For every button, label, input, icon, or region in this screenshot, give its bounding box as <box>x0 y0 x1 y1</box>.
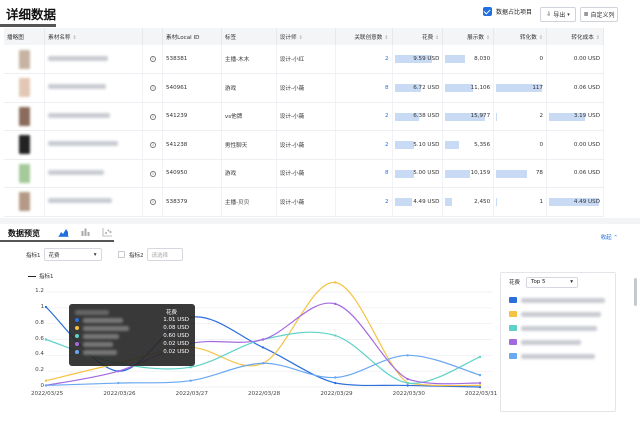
legend-item[interactable] <box>501 335 615 349</box>
topn-panel: 花费 Top 5 ▾ <box>500 272 616 412</box>
x-tick-label: 2022/03/28 <box>248 391 281 397</box>
x-tick-label: 2022/03/27 <box>175 391 208 397</box>
topn-metric-label: 花费 <box>509 280 521 286</box>
legend-item[interactable] <box>501 349 615 363</box>
legend-swatch <box>509 297 517 303</box>
topn-select[interactable]: Top 5 ▾ <box>526 276 579 288</box>
x-tick-label: 2022/03/31 <box>465 391 498 397</box>
data-point[interactable] <box>406 384 409 387</box>
x-tick-label: 2022/03/30 <box>392 391 425 397</box>
series-dot <box>75 350 79 354</box>
data-point[interactable] <box>334 281 337 284</box>
tooltip-row: 0.02 USD <box>75 348 189 356</box>
tooltip-row: 0.60 USD <box>75 332 189 340</box>
tooltip-header: 花费 <box>165 310 177 316</box>
page-scrollbar[interactable] <box>634 278 637 306</box>
x-tick-label: 2022/03/26 <box>103 391 136 397</box>
data-point[interactable] <box>478 373 482 377</box>
data-point[interactable] <box>478 381 482 385</box>
legend-swatch <box>509 311 517 317</box>
x-tick-label: 2022/03/25 <box>31 391 64 397</box>
series-dot <box>75 342 79 346</box>
chart-tooltip: 花费 1.01 USD 0.08 USD 0.60 USD 0.02 USD 0.02 … <box>69 304 195 366</box>
legend-swatch <box>509 339 517 345</box>
data-point[interactable] <box>261 346 265 349</box>
chevron-down-icon: ▾ <box>570 279 574 285</box>
series-name-blurred <box>83 325 129 331</box>
tooltip-row: 0.02 USD <box>75 340 189 348</box>
data-point[interactable] <box>44 384 48 387</box>
tooltip-row: 0.08 USD <box>75 324 189 332</box>
data-point[interactable] <box>117 369 120 373</box>
data-point[interactable] <box>44 338 48 341</box>
data-point[interactable] <box>334 381 337 385</box>
tooltip-value: 0.02 USD <box>163 349 189 355</box>
data-point[interactable] <box>261 338 265 341</box>
tooltip-value: 1.01 USD <box>163 317 189 323</box>
tooltip-row: 1.01 USD <box>75 316 189 324</box>
data-point[interactable] <box>334 376 337 379</box>
tooltip-value: 0.02 USD <box>163 341 189 347</box>
legend-item[interactable] <box>501 307 615 321</box>
data-point[interactable] <box>334 334 337 337</box>
data-point[interactable] <box>478 384 482 387</box>
data-point[interactable] <box>334 302 337 306</box>
data-point[interactable] <box>406 354 409 357</box>
series-name-blurred <box>83 349 117 355</box>
data-point[interactable] <box>189 379 192 382</box>
series-name-blurred <box>83 317 123 323</box>
tooltip-date-blurred <box>75 309 109 315</box>
series-dot <box>75 334 79 338</box>
legend-name-blurred <box>521 353 595 359</box>
data-point[interactable] <box>117 381 120 385</box>
series-name-blurred <box>83 341 113 347</box>
legend-item[interactable] <box>501 321 615 335</box>
data-point[interactable] <box>261 362 265 365</box>
tooltip-value: 0.60 USD <box>163 333 189 339</box>
series-dot <box>75 326 79 330</box>
data-point[interactable] <box>44 305 48 309</box>
legend-item[interactable] <box>501 293 615 307</box>
legend-name-blurred <box>521 339 581 345</box>
tooltip-value: 0.08 USD <box>163 325 189 331</box>
legend-swatch <box>509 353 517 359</box>
legend-name-blurred <box>521 311 601 317</box>
legend-swatch <box>509 325 517 331</box>
data-point[interactable] <box>44 379 48 382</box>
legend-name-blurred <box>521 297 605 303</box>
data-point[interactable] <box>406 381 409 385</box>
legend-name-blurred <box>521 325 597 331</box>
x-tick-label: 2022/03/29 <box>320 391 353 397</box>
data-point[interactable] <box>189 366 192 369</box>
series-name-blurred <box>83 333 119 339</box>
series-dot <box>75 318 79 322</box>
data-point[interactable] <box>478 355 482 359</box>
data-point[interactable] <box>406 377 409 381</box>
